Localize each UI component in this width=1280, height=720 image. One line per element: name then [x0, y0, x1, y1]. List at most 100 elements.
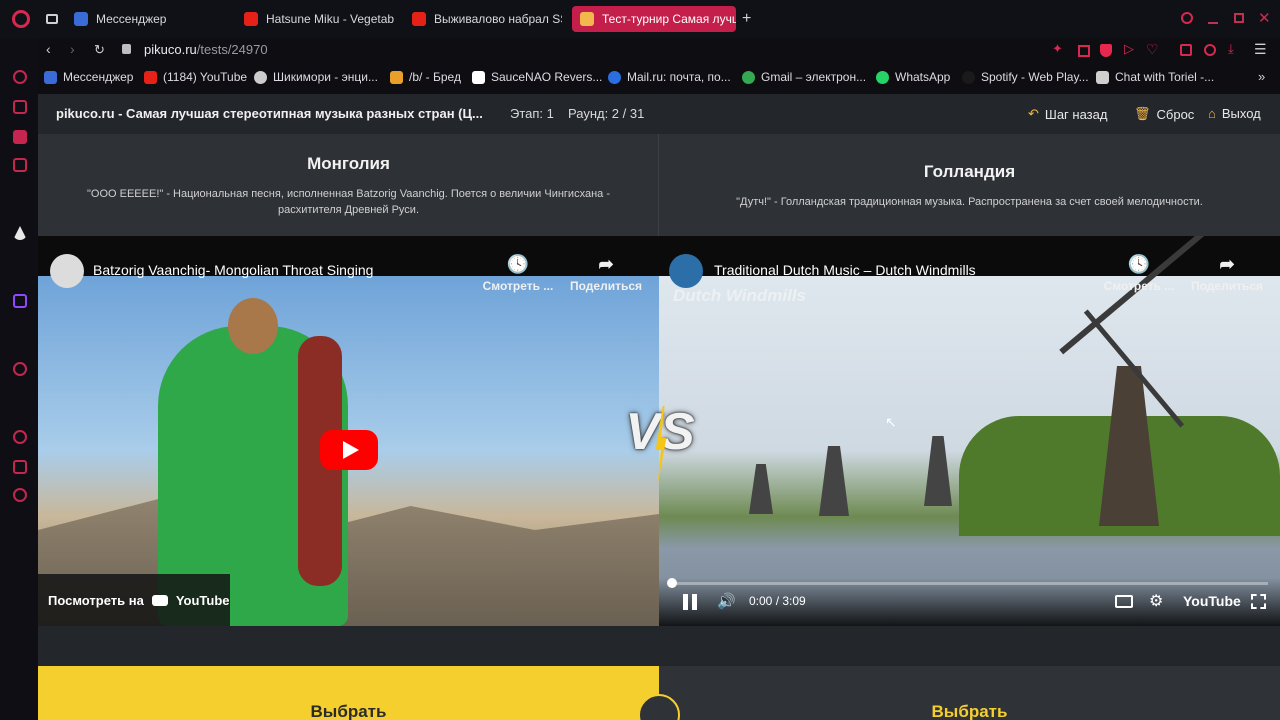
left-country: Монголия [307, 154, 390, 173]
snapshot-icon[interactable] [1078, 45, 1090, 57]
share-button[interactable]: ➦ Поделиться [1189, 254, 1265, 293]
settings-icon[interactable] [13, 488, 27, 502]
choose-right-button[interactable]: Выбрать [659, 666, 1280, 720]
send-icon[interactable]: ▷ [1124, 41, 1134, 57]
fire-icon [390, 70, 403, 84]
bookmark-label: Gmail – электрон... [761, 70, 867, 84]
aria-icon[interactable] [13, 226, 27, 240]
bookmark-whatsapp[interactable]: WhatsApp [876, 70, 950, 84]
fullscreen-icon[interactable] [1251, 594, 1266, 609]
bookmark-gmail[interactable]: Gmail – электрон... [742, 70, 866, 84]
play-icon [343, 441, 359, 459]
watch-later-label: Смотреть ... [482, 279, 554, 293]
pin-icon[interactable]: ✦ [1052, 41, 1063, 57]
channel-avatar[interactable] [50, 254, 84, 288]
exit-button[interactable]: ⌂ Выход [1208, 106, 1261, 121]
bookmark-saucenao[interactable]: SauceNAO Revers... [472, 70, 602, 84]
watch-later-label: Смотреть ... [1103, 279, 1175, 293]
channel-avatar[interactable] [669, 254, 703, 288]
round-label: Раунд: 2 / 31 [568, 106, 645, 121]
new-tab-button[interactable]: + [742, 10, 751, 28]
twitch-icon[interactable] [13, 294, 27, 308]
x-icon [472, 70, 485, 84]
right-video-title[interactable]: Traditional Dutch Music – Dutch Windmill… [714, 262, 976, 278]
play-button[interactable] [320, 430, 378, 470]
time-display: 0:00 / 3:09 [749, 594, 806, 608]
clock-icon: 🕓 [506, 254, 530, 274]
left-video-title[interactable]: Batzorig Vaanchig- Mongolian Throat Sing… [93, 262, 373, 278]
extensions-sb-icon[interactable] [13, 460, 27, 474]
back-icon[interactable]: ‹ [46, 41, 51, 57]
bookmark-label: Мессенджер [63, 70, 134, 84]
progress-scrubber[interactable] [667, 578, 677, 588]
clock-icon: 🕓 [1127, 254, 1151, 274]
maximize-icon[interactable] [1234, 13, 1244, 23]
profile-icon[interactable] [1204, 44, 1216, 56]
watch-later-button[interactable]: 🕓 Смотреть ... [482, 254, 554, 293]
video-watermark: Dutch Windmills [673, 286, 807, 305]
lock-icon [122, 44, 131, 54]
bookmark-mailru[interactable]: Mail.ru: почта, по... [608, 70, 731, 84]
ai-icon[interactable] [13, 130, 27, 144]
forward-icon[interactable]: › [70, 41, 75, 57]
menu-icon[interactable]: ☰ [1254, 41, 1267, 58]
heart-icon[interactable]: ♡ [1146, 41, 1159, 58]
history-icon[interactable] [13, 70, 27, 84]
bookmark-label: Chat with Toriel -... [1115, 70, 1215, 84]
close-icon[interactable]: ✕ [1258, 9, 1271, 27]
choose-left-button[interactable]: Выбрать [38, 666, 659, 720]
watch-on-label: Посмотреть на [48, 592, 144, 608]
left-description: Монголия "ООО ЕЕЕЕЕ!" - Национальная пес… [38, 134, 659, 236]
watch-later-button[interactable]: 🕓 Смотреть ... [1103, 254, 1175, 293]
player-icon[interactable] [13, 362, 27, 376]
watch-on-youtube-button[interactable]: Посмотреть на YouTube [38, 574, 230, 626]
bookmark-label: SauceNAO Revers... [491, 70, 603, 84]
google-icon [742, 70, 755, 84]
windmill-small-3 [749, 464, 773, 514]
bookmark-shikimori[interactable]: Шикимори - энци... [254, 70, 378, 84]
clock-icon[interactable] [13, 430, 27, 444]
bookmark-spotify[interactable]: Spotify - Web Play... [962, 70, 1089, 84]
left-video-player[interactable]: Batzorig Vaanchig- Mongolian Throat Sing… [38, 236, 659, 626]
tab-hatsune[interactable]: Hatsune Miku - Vegetable [244, 6, 394, 32]
bookmark-youtube[interactable]: (1184) YouTube [144, 70, 247, 84]
extensions-icon[interactable] [1180, 44, 1192, 56]
download-icon[interactable]: ⤓ [1228, 41, 1234, 57]
search-tabs-icon[interactable] [1181, 12, 1193, 24]
tab-overview-icon[interactable] [46, 14, 58, 24]
windmill-small-1 [819, 446, 849, 516]
subtitles-icon[interactable] [1115, 595, 1133, 608]
tab-vyzhivalovo[interactable]: Выживалово набрал SSS [412, 6, 562, 32]
volume-icon[interactable]: 🔊 [717, 592, 736, 610]
bag-icon[interactable] [13, 100, 27, 114]
url-field[interactable]: pikuco.ru/tests/24970 [144, 42, 268, 57]
youtube-label[interactable]: YouTube [1183, 593, 1241, 609]
tab-title: Тест-турнир Самая лучш [602, 12, 736, 26]
settings-gear-icon[interactable]: ⚙ [1149, 591, 1163, 611]
bookmark-label: /b/ - Бред [409, 70, 461, 84]
messenger-icon [44, 70, 57, 84]
opera-logo-icon[interactable] [12, 10, 30, 28]
tab-test-tournament[interactable]: Тест-турнир Самая лучш [572, 6, 736, 32]
reset-button[interactable]: 🗑 Сброс [1134, 106, 1194, 122]
messenger-sb-icon[interactable] [13, 158, 27, 172]
pause-icon[interactable] [683, 594, 697, 610]
shield-icon[interactable] [1100, 44, 1112, 57]
tab-messenger[interactable]: Мессенджер [74, 6, 224, 32]
choose-gap [38, 626, 1280, 666]
youtube-label: YouTube [175, 592, 230, 608]
progress-bar[interactable] [671, 582, 1268, 585]
bookmark-2ch[interactable]: /b/ - Бред [390, 70, 461, 84]
back-step-button[interactable]: ↶ Шаг назад [1028, 106, 1107, 122]
windmill-small-2 [924, 436, 952, 506]
right-video-player[interactable]: Traditional Dutch Music – Dutch Windmill… [659, 236, 1280, 626]
singer-head [228, 298, 278, 354]
reload-icon[interactable]: ↻ [94, 42, 105, 58]
minimize-icon[interactable] [1208, 22, 1218, 24]
exit-label: Выход [1221, 106, 1261, 121]
share-button[interactable]: ➦ Поделиться [568, 254, 644, 293]
bookmark-messenger[interactable]: Мессенджер [44, 70, 133, 84]
toriel-icon [1096, 70, 1109, 84]
more-bookmarks-icon[interactable]: » [1258, 69, 1265, 84]
bookmark-toriel[interactable]: Chat with Toriel -... [1096, 70, 1214, 84]
